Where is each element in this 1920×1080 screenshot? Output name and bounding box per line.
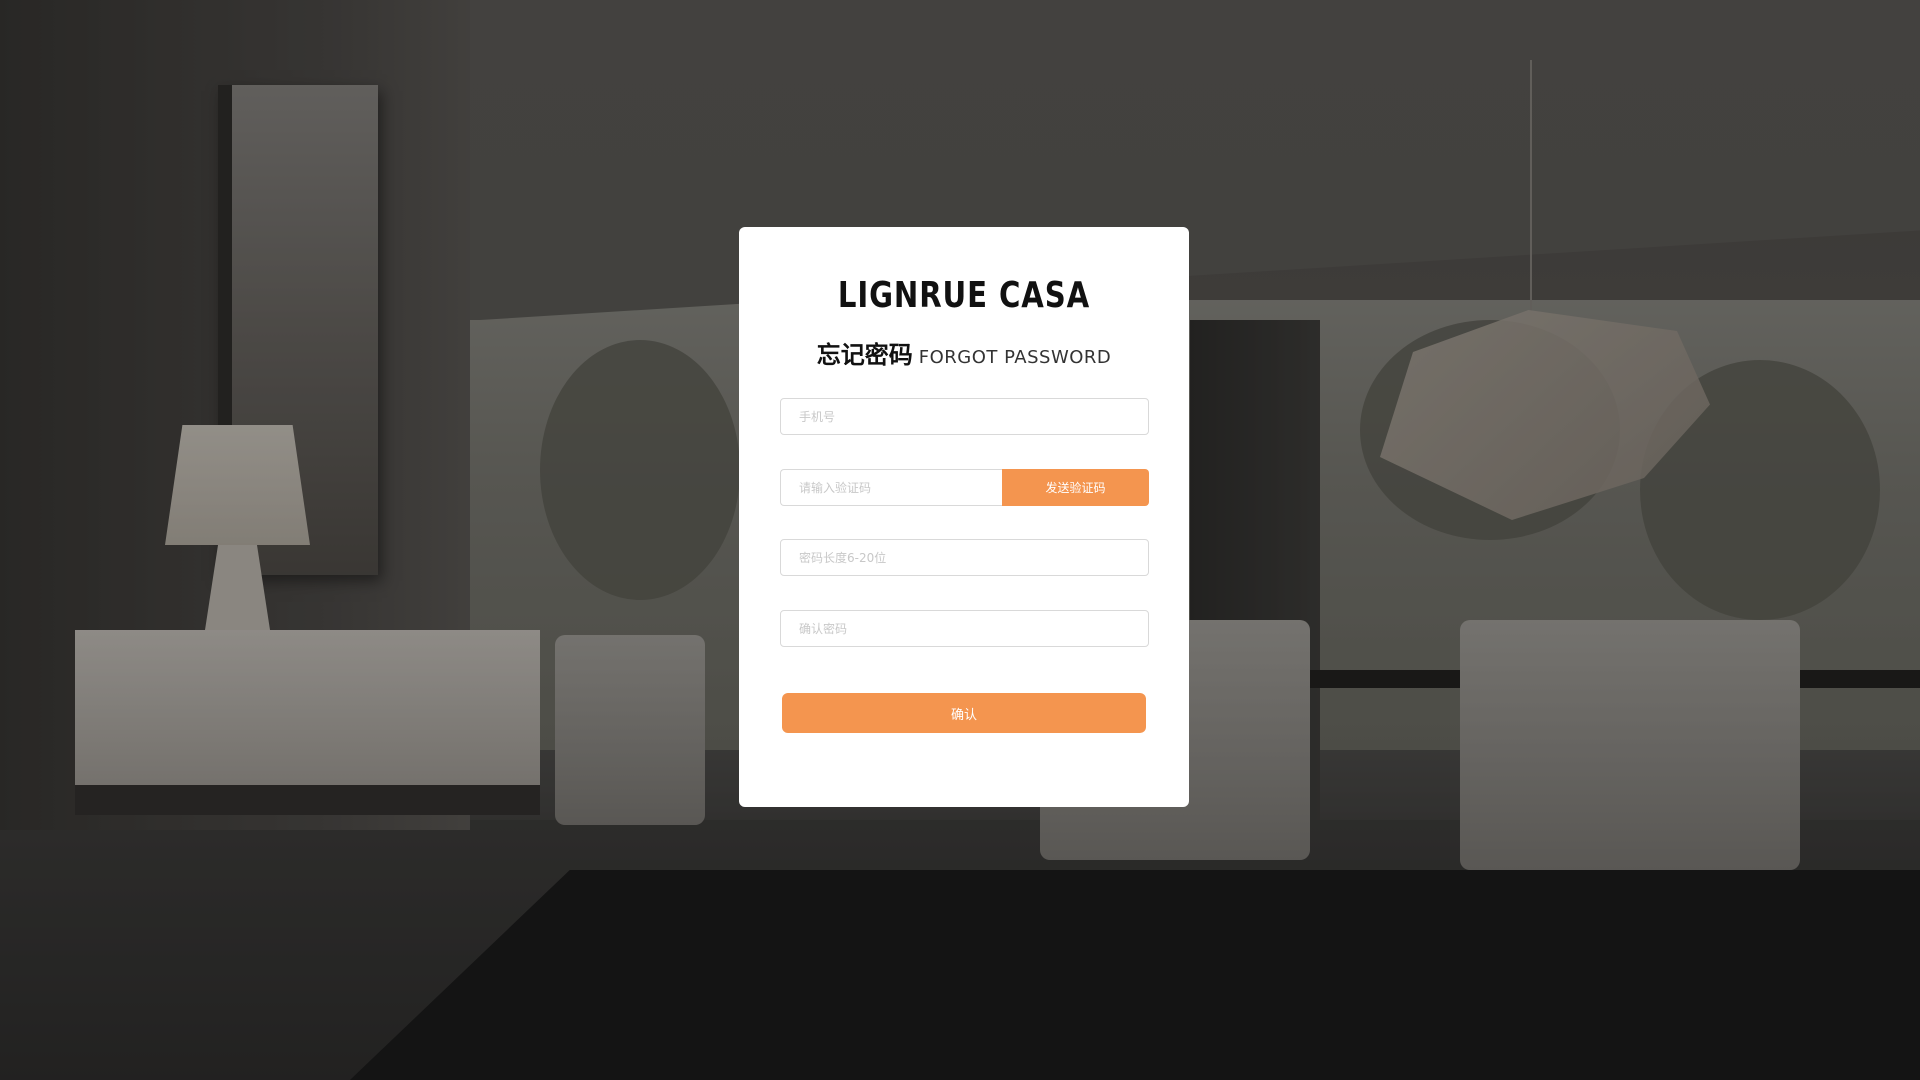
verification-code-input[interactable] xyxy=(780,469,1002,506)
page-title-en: FORGOT PASSWORD xyxy=(918,347,1112,368)
send-code-button[interactable]: 发送验证码 xyxy=(1002,469,1149,506)
page-title-cn: 忘记密码 xyxy=(816,341,913,369)
confirm-button[interactable]: 确认 xyxy=(782,693,1146,733)
forgot-password-card: LIGNRUE CASA 忘记密码FORGOT PASSWORD 发送验证码 确… xyxy=(739,227,1189,807)
brand-logo: LIGNRUE CASA xyxy=(837,275,1091,316)
confirm-password-input[interactable] xyxy=(780,610,1149,647)
new-password-input[interactable] xyxy=(780,539,1149,576)
page-title: 忘记密码 FORGOT PASSWORD xyxy=(739,335,1189,370)
phone-input[interactable] xyxy=(780,398,1149,435)
